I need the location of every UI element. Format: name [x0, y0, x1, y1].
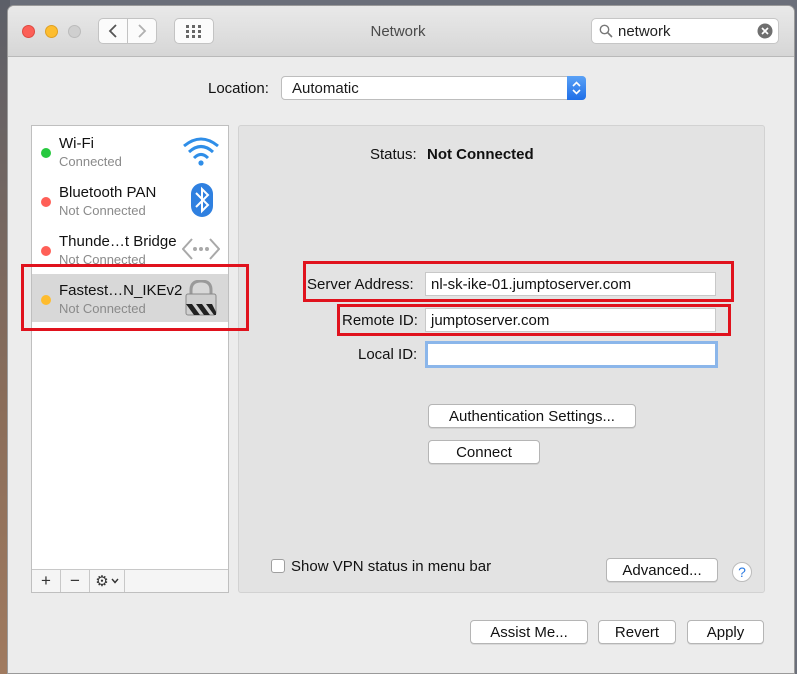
network-preferences-window: Network network Location: Automatic Wi-F…: [8, 6, 794, 673]
service-actions-menu[interactable]: ⚙: [90, 570, 125, 592]
chevron-left-icon: [108, 24, 117, 38]
authentication-settings-button[interactable]: Authentication Settings...: [428, 404, 636, 428]
status-value: Not Connected: [427, 146, 534, 163]
window-title: Network: [370, 23, 426, 40]
service-list: Wi-Fi Connected Bluetooth PAN Not Connec…: [31, 125, 229, 593]
service-status: Connected: [59, 154, 122, 169]
status-dot: [41, 197, 51, 207]
location-select[interactable]: Automatic: [281, 76, 586, 100]
search-field[interactable]: network: [591, 18, 779, 44]
show-vpn-status-checkbox[interactable]: [271, 559, 285, 573]
highlight-remote-id: [337, 304, 731, 336]
location-value: Automatic: [292, 80, 359, 97]
service-item-wifi[interactable]: Wi-Fi Connected: [32, 127, 228, 175]
service-item-bluetooth-pan[interactable]: Bluetooth PAN Not Connected: [32, 176, 228, 224]
show-vpn-status-label: Show VPN status in menu bar: [291, 558, 492, 575]
bluetooth-icon: [191, 183, 213, 217]
service-list-toolbar: + − ⚙: [32, 569, 228, 592]
minimize-window-button[interactable]: [45, 25, 58, 38]
close-window-button[interactable]: [22, 25, 35, 38]
connect-button[interactable]: Connect: [428, 440, 540, 464]
service-name: Thunde…t Bridge: [59, 233, 177, 250]
service-status: Not Connected: [59, 203, 146, 218]
chevron-down-icon: [111, 578, 119, 584]
status-dot: [41, 246, 51, 256]
clear-search-icon[interactable]: [757, 23, 773, 39]
status-label: Status:: [370, 146, 417, 163]
remove-service-button[interactable]: −: [61, 570, 90, 592]
location-label: Location:: [208, 80, 269, 97]
highlight-selected-vpn-service: [21, 264, 249, 331]
status-dot: [41, 148, 51, 158]
title-bar: Network network: [8, 6, 794, 57]
wifi-icon: [183, 137, 219, 166]
apply-button[interactable]: Apply: [687, 620, 764, 644]
service-name: Bluetooth PAN: [59, 184, 157, 201]
forward-button[interactable]: [127, 18, 157, 44]
select-stepper-icon: [567, 76, 586, 100]
service-name: Wi-Fi: [59, 135, 94, 152]
chevron-right-icon: [138, 24, 147, 38]
back-button[interactable]: [98, 18, 128, 44]
grid-icon: [186, 25, 201, 38]
help-button[interactable]: ?: [732, 562, 752, 582]
thunderbolt-bridge-icon: [182, 238, 220, 260]
local-id-label: Local ID:: [358, 346, 418, 363]
advanced-button[interactable]: Advanced...: [606, 558, 718, 582]
zoom-window-button[interactable]: [68, 25, 81, 38]
revert-button[interactable]: Revert: [598, 620, 676, 644]
show-all-button[interactable]: [174, 18, 214, 44]
search-icon: [599, 24, 613, 38]
assist-me-button[interactable]: Assist Me...: [470, 620, 588, 644]
add-service-button[interactable]: +: [32, 570, 61, 592]
local-id-field[interactable]: [425, 341, 718, 368]
gear-icon: ⚙: [95, 573, 109, 590]
search-input[interactable]: network: [618, 23, 671, 40]
highlight-server-address: [303, 261, 734, 302]
